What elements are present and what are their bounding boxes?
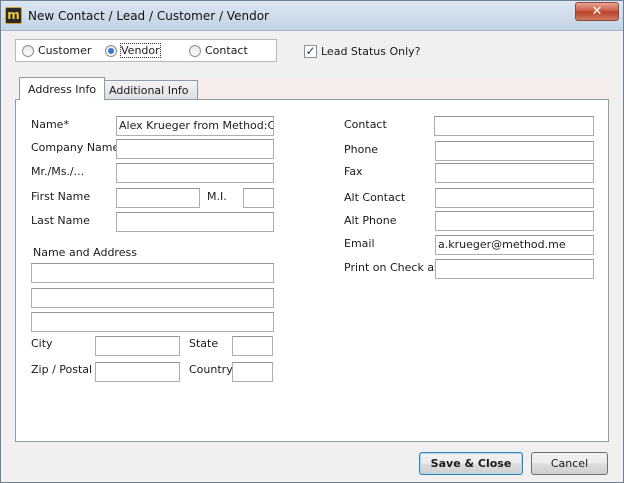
print-on-check-input[interactable] bbox=[435, 259, 594, 279]
state-input[interactable] bbox=[232, 336, 273, 356]
radio-vendor-label[interactable]: Vendor bbox=[120, 43, 161, 58]
zip-label: Zip / Postal bbox=[31, 363, 93, 376]
zip-input[interactable] bbox=[95, 362, 180, 382]
title-bar[interactable]: m New Contact / Lead / Customer / Vendor… bbox=[1, 1, 623, 31]
phone-input[interactable] bbox=[435, 141, 594, 161]
lead-status-checkbox[interactable]: ✓ Lead Status Only? bbox=[304, 45, 421, 58]
radio-vendor[interactable]: Vendor bbox=[105, 43, 161, 58]
radio-contact[interactable]: Contact bbox=[189, 44, 248, 57]
city-label: City bbox=[31, 337, 53, 350]
address-line-3-input[interactable] bbox=[31, 312, 274, 332]
address-line-1-input[interactable] bbox=[31, 263, 274, 283]
radio-vendor-indicator[interactable] bbox=[105, 44, 117, 57]
close-button[interactable]: ✕ bbox=[575, 2, 619, 21]
radio-customer[interactable]: Customer bbox=[22, 44, 91, 57]
tab-additional-info[interactable]: Additional Info bbox=[100, 80, 198, 99]
fax-label: Fax bbox=[344, 165, 363, 178]
contact-label: Contact bbox=[344, 118, 387, 131]
address-info-panel: Name* Alex Krueger from Method:CRM Compa… bbox=[15, 99, 609, 442]
alt-phone-input[interactable] bbox=[435, 211, 594, 231]
radio-contact-indicator[interactable] bbox=[189, 44, 201, 57]
salutation-input[interactable] bbox=[116, 163, 274, 183]
first-name-input[interactable] bbox=[116, 188, 200, 208]
phone-label: Phone bbox=[344, 143, 379, 156]
radio-customer-indicator[interactable] bbox=[22, 44, 34, 57]
tab-strip-background bbox=[179, 79, 611, 99]
country-input[interactable] bbox=[232, 362, 273, 382]
company-name-input[interactable] bbox=[116, 139, 274, 159]
save-and-close-button[interactable]: Save & Close bbox=[419, 452, 523, 475]
lead-status-label[interactable]: Lead Status Only? bbox=[321, 45, 421, 58]
salutation-label: Mr./Ms./... bbox=[31, 165, 85, 178]
country-label: Country bbox=[189, 363, 233, 376]
print-on-check-label: Print on Check as bbox=[344, 261, 440, 274]
radio-contact-label[interactable]: Contact bbox=[205, 44, 248, 57]
email-input[interactable]: a.krueger@method.me bbox=[435, 235, 594, 255]
address-line-2-input[interactable] bbox=[31, 288, 274, 308]
name-input[interactable]: Alex Krueger from Method:CRM bbox=[116, 116, 274, 136]
dialog-window: m New Contact / Lead / Customer / Vendor… bbox=[0, 0, 624, 483]
state-label: State bbox=[189, 337, 219, 350]
record-type-group: Customer Vendor Contact bbox=[15, 39, 277, 62]
last-name-label: Last Name bbox=[31, 214, 90, 227]
name-label: Name* bbox=[31, 118, 69, 131]
middle-initial-input[interactable] bbox=[243, 188, 274, 208]
company-name-label: Company Name bbox=[31, 141, 120, 154]
alt-contact-label: Alt Contact bbox=[344, 191, 406, 204]
name-and-address-heading: Name and Address bbox=[33, 246, 137, 259]
city-input[interactable] bbox=[95, 336, 180, 356]
middle-initial-label: M.I. bbox=[207, 190, 227, 203]
last-name-input[interactable] bbox=[116, 212, 274, 232]
fax-input[interactable] bbox=[435, 163, 594, 183]
tab-address-info[interactable]: Address Info bbox=[19, 77, 106, 100]
contact-input[interactable] bbox=[434, 116, 594, 136]
alt-phone-label: Alt Phone bbox=[344, 214, 397, 227]
window-title: New Contact / Lead / Customer / Vendor bbox=[28, 9, 269, 23]
cancel-button[interactable]: Cancel bbox=[531, 452, 608, 475]
first-name-label: First Name bbox=[31, 190, 91, 203]
lead-status-check-box[interactable]: ✓ bbox=[304, 45, 317, 58]
alt-contact-input[interactable] bbox=[435, 188, 594, 208]
radio-customer-label[interactable]: Customer bbox=[38, 44, 91, 57]
email-label: Email bbox=[344, 237, 375, 250]
method-logo-icon: m bbox=[5, 7, 22, 24]
